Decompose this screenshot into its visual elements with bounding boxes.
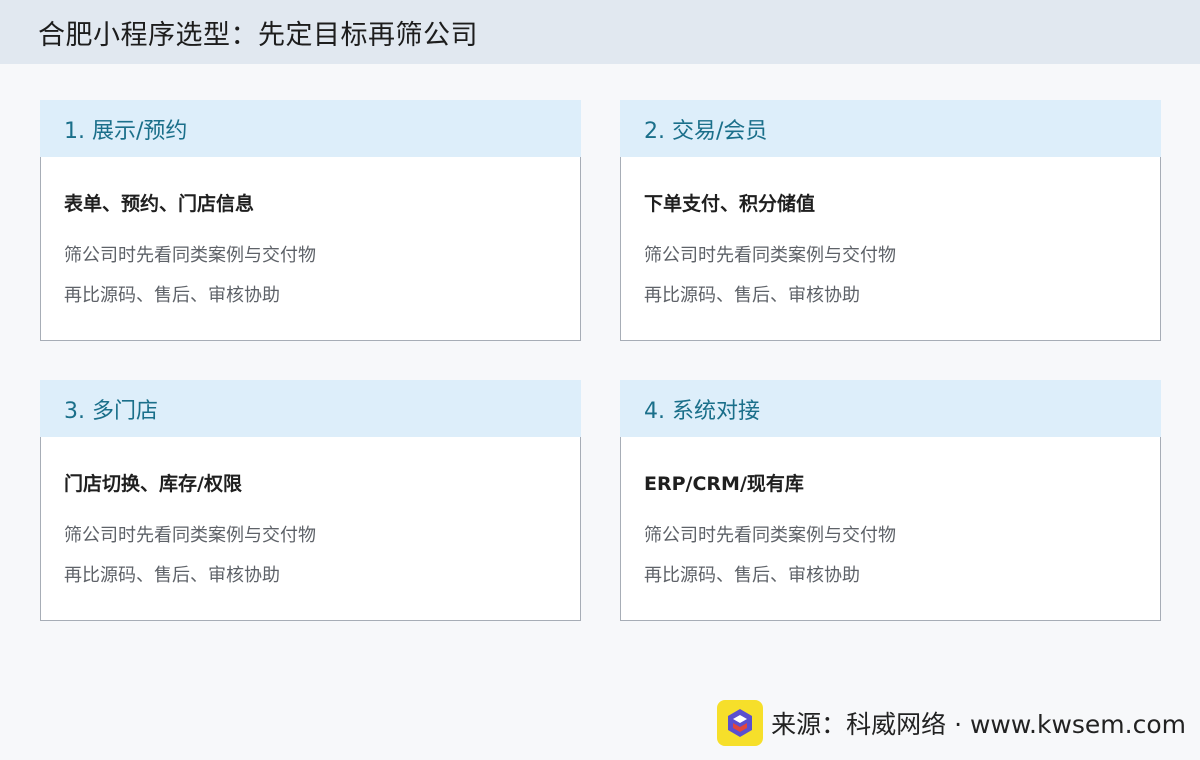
card-subtitle: 表单、预约、门店信息 — [64, 193, 255, 215]
card-note-1: 筛公司时先看同类案例与交付物 — [64, 525, 316, 546]
header-bar: 合肥小程序选型：先定目标再筛公司 — [0, 0, 1200, 64]
card-title: 4. 系统对接 — [644, 398, 760, 424]
card-note-1: 筛公司时先看同类案例与交付物 — [644, 525, 896, 546]
card-trade-member: 2. 交易/会员 下单支付、积分储值 筛公司时先看同类案例与交付物 再比源码、售… — [620, 100, 1161, 341]
card-header: 1. 展示/预约 — [40, 100, 581, 157]
kw-logo-icon — [717, 700, 764, 746]
card-subtitle: 下单支付、积分储值 — [644, 193, 816, 215]
card-header: 2. 交易/会员 — [620, 100, 1161, 157]
card-title: 3. 多门店 — [64, 398, 158, 424]
card-note-2: 再比源码、售后、审核协助 — [64, 565, 280, 586]
card-multi-store: 3. 多门店 门店切换、库存/权限 筛公司时先看同类案例与交付物 再比源码、售后… — [40, 380, 581, 621]
card-display-booking: 1. 展示/预约 表单、预约、门店信息 筛公司时先看同类案例与交付物 再比源码、… — [40, 100, 581, 341]
page: 合肥小程序选型：先定目标再筛公司 1. 展示/预约 表单、预约、门店信息 筛公司… — [0, 0, 1200, 760]
card-note-1: 筛公司时先看同类案例与交付物 — [644, 245, 896, 266]
card-note-1: 筛公司时先看同类案例与交付物 — [64, 245, 316, 266]
card-system-integration: 4. 系统对接 ERP/CRM/现有库 筛公司时先看同类案例与交付物 再比源码、… — [620, 380, 1161, 621]
card-header: 4. 系统对接 — [620, 380, 1161, 437]
card-subtitle: ERP/CRM/现有库 — [644, 473, 804, 495]
card-note-2: 再比源码、售后、审核协助 — [644, 285, 860, 306]
kw-logo-icon — [728, 709, 753, 737]
card-title: 2. 交易/会员 — [644, 118, 768, 144]
source-text: 来源：科威网络 · www.kwsem.com — [771, 710, 1186, 739]
card-title: 1. 展示/预约 — [64, 118, 188, 144]
card-note-2: 再比源码、售后、审核协助 — [64, 285, 280, 306]
page-title: 合肥小程序选型：先定目标再筛公司 — [38, 19, 478, 51]
source-footer: 来源：科威网络 · www.kwsem.com — [717, 700, 1186, 746]
card-header: 3. 多门店 — [40, 380, 581, 437]
card-note-2: 再比源码、售后、审核协助 — [644, 565, 860, 586]
card-subtitle: 门店切换、库存/权限 — [64, 473, 242, 495]
